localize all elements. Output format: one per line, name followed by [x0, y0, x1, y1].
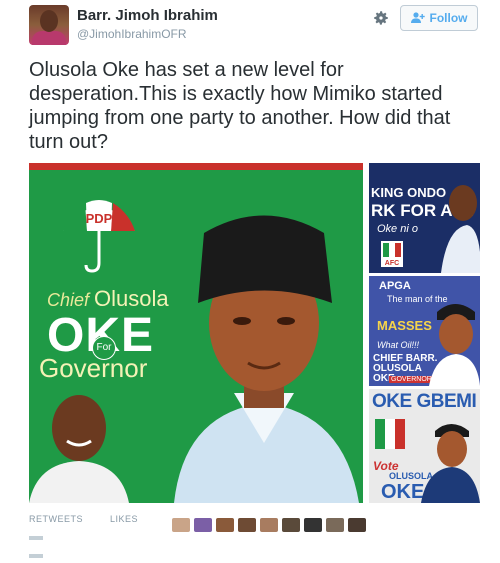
gear-icon[interactable]: [372, 9, 390, 27]
liker-avatar[interactable]: [282, 518, 300, 532]
side-poster-oke-gbemi[interactable]: OKE GBEMI Vote OLUSOLA OKE: [369, 389, 480, 503]
side2-portrait: [429, 304, 480, 386]
like-count: [29, 554, 43, 558]
afc-logo: AFC: [381, 241, 403, 267]
tweet-stats: RETWEETS LIKES: [29, 514, 162, 524]
avatar-face: [40, 10, 58, 32]
retweet-count: [29, 536, 43, 540]
candidate-prefix: Chief: [47, 290, 90, 310]
side-poster-afc[interactable]: KING ONDO RK FOR ALL Oke ni o AFC: [369, 163, 480, 273]
side3-surname: OKE: [381, 481, 425, 503]
liker-avatar[interactable]: [172, 518, 190, 532]
side2-role: GOVERNOR: [389, 376, 434, 383]
liker-avatar[interactable]: [260, 518, 278, 532]
side3-flag: [375, 419, 405, 449]
side2-party: APGA: [379, 280, 411, 292]
stat-counts: [29, 527, 109, 558]
side1-line1: KING ONDO: [371, 185, 447, 200]
side3-slogan: OKE GBEMI: [372, 391, 477, 412]
candidate-portrait: [174, 215, 359, 503]
author-handle[interactable]: @JimohIbrahimOFR: [77, 27, 187, 41]
poster-top-stripe: [29, 163, 363, 170]
tweet-media[interactable]: PDP Chief Olusola OKE For Governor KING …: [29, 163, 480, 503]
liker-avatar[interactable]: [348, 518, 366, 532]
side-poster-apga[interactable]: APGA The man of the MASSES What Oil!!! C…: [369, 276, 480, 386]
tweet-text: Olusola Oke has set a new level for desp…: [29, 59, 451, 153]
main-campaign-poster[interactable]: PDP Chief Olusola OKE For Governor: [29, 163, 363, 503]
side2-quote: What Oil!!!: [377, 340, 420, 350]
avatar-shirt: [32, 31, 66, 45]
liker-avatars[interactable]: [172, 518, 366, 532]
likes-label[interactable]: LIKES: [110, 514, 138, 524]
author-avatar[interactable]: [29, 5, 69, 45]
liker-avatar[interactable]: [326, 518, 344, 532]
running-mate-portrait: [29, 395, 129, 503]
afc-text: AFC: [385, 260, 399, 267]
liker-avatar[interactable]: [304, 518, 322, 532]
author-name[interactable]: Barr. Jimoh Ibrahim: [77, 7, 218, 24]
side1-line3: Oke ni o: [377, 223, 418, 235]
pdp-umbrella-logo: PDP: [63, 200, 135, 273]
liker-avatar[interactable]: [216, 518, 234, 532]
side2-masses: MASSES: [377, 318, 432, 333]
follow-button[interactable]: Follow: [400, 5, 478, 31]
side3-portrait: [421, 424, 480, 503]
retweets-label[interactable]: RETWEETS: [29, 514, 83, 524]
candidate-office: Governor: [39, 353, 148, 383]
liker-avatar[interactable]: [194, 518, 212, 532]
add-user-icon: [410, 12, 425, 23]
liker-avatar[interactable]: [238, 518, 256, 532]
side1-portrait: [441, 185, 480, 273]
follow-label: Follow: [429, 11, 468, 25]
pdp-text: PDP: [86, 211, 113, 226]
